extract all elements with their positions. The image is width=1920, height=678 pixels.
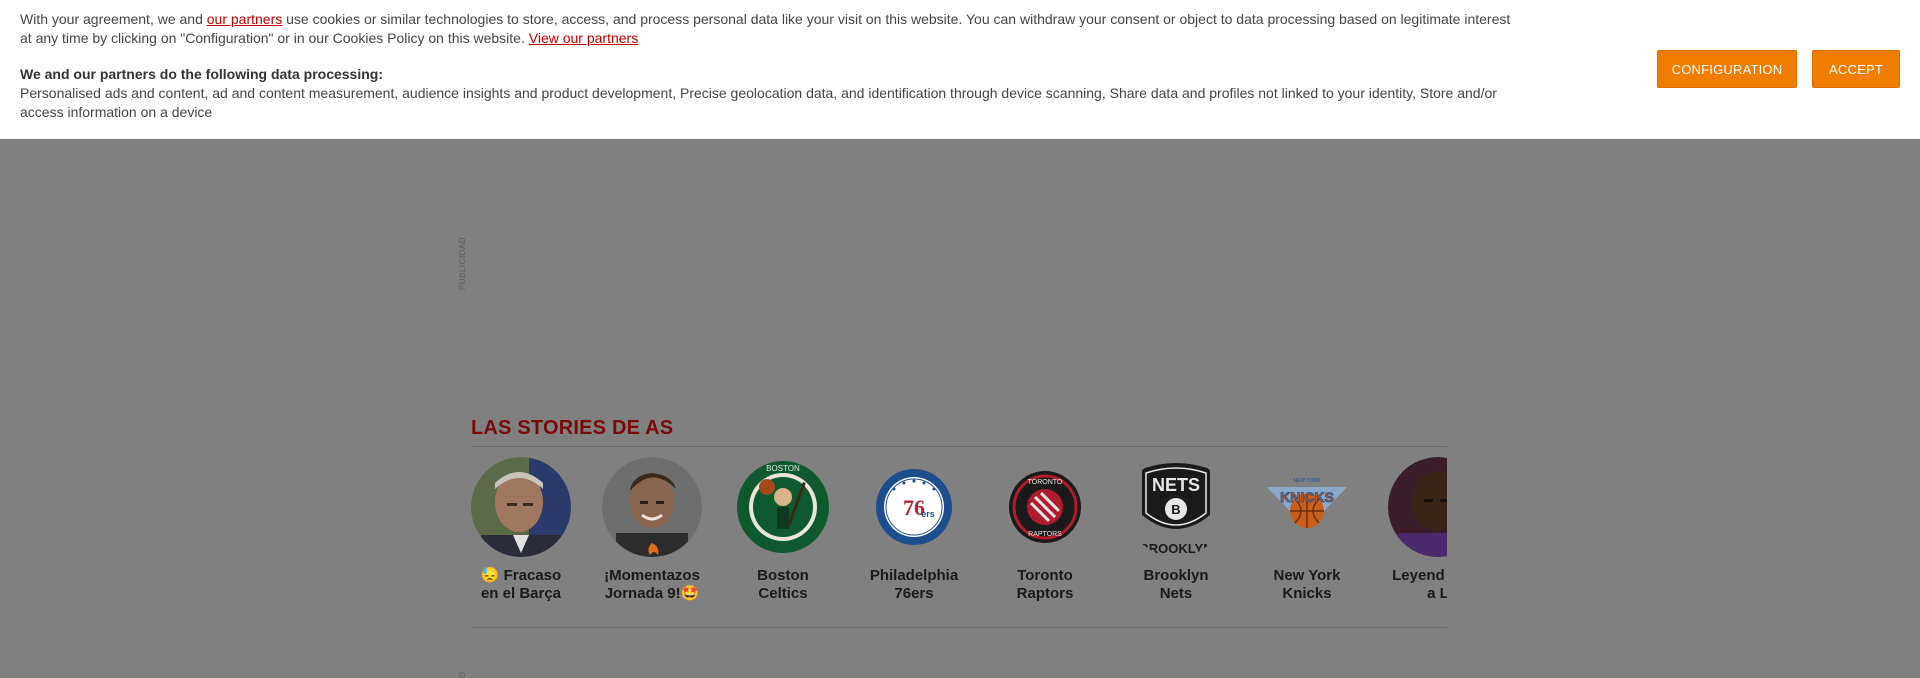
person-avatar-icon [602,457,702,557]
cookie-intro-start: With your agreement, we and [20,11,207,27]
stories-carousel: 😓 Fracaso en el Barça ¡Momentazos Jornad… [471,447,1447,617]
story-label: 😓 Fracaso en el Barça [480,567,562,602]
story-label: Boston Celtics [757,567,809,602]
story-item[interactable]: 😓 Fracaso en el Barça [471,457,571,603]
person-avatar-icon [471,457,571,557]
svg-text:RAPTORS: RAPTORS [1028,531,1062,538]
76ers-logo-icon: 76 ers [864,457,964,557]
our-partners-link[interactable]: our partners [207,11,282,27]
svg-text:KNICKS: KNICKS [1280,489,1334,505]
cookie-consent-text: With your agreement, we and our partners… [20,10,1520,122]
story-item[interactable]: Leyend mate a L [1388,457,1447,603]
svg-text:NETS: NETS [1152,475,1200,495]
ad-label: PUBLICIDAD [458,236,467,290]
story-label: Leyend mate a L [1392,567,1447,602]
view-partners-link[interactable]: View our partners [529,30,638,46]
svg-text:B: B [1171,502,1180,517]
story-item[interactable]: 76 ers Philadelphia 76ers [864,457,964,603]
svg-text:BOSTON: BOSTON [766,464,800,473]
svg-text:TORONTO: TORONTO [1028,479,1063,486]
data-processing-title: We and our partners do the following dat… [20,66,383,82]
configuration-button[interactable]: Configuration [1657,50,1797,88]
story-label: ¡Momentazos Jornada 9!🤩 [604,567,700,602]
story-label: Brooklyn Nets [1143,567,1209,602]
story-item[interactable]: NETS B BROOKLYN Brooklyn Nets [1126,457,1226,603]
cookie-consent-banner: With your agreement, we and our partners… [0,0,1920,139]
celtics-logo-icon: BOSTON [733,457,833,557]
svg-text:NEW YORK: NEW YORK [1293,478,1321,484]
ad-label-secondary: O [458,671,467,678]
stories-section: LAS STORIES DE AS 😓 Fracaso en el Barça … [471,410,1447,628]
nets-logo-icon: NETS B BROOKLYN [1126,457,1226,557]
svg-text:BROOKLYN: BROOKLYN [1139,541,1212,556]
story-label: New York Knicks [1273,567,1341,602]
story-label: Philadelphia 76ers [869,567,959,602]
story-item[interactable]: BOSTON Boston Celtics [733,457,833,603]
data-processing-list: Personalised ads and content, ad and con… [20,85,1497,120]
story-item[interactable]: ¡Momentazos Jornada 9!🤩 [602,457,702,603]
raptors-logo-icon: TORONTO RAPTORS [995,457,1095,557]
person-avatar-icon [1388,457,1447,557]
story-item[interactable]: KNICKS NEW YORK New York Knicks [1257,457,1357,603]
cookie-intro-paragraph: With your agreement, we and our partners… [20,10,1520,48]
knicks-logo-icon: KNICKS NEW YORK [1257,457,1357,557]
stories-bottom-divider [471,627,1447,628]
story-label: Toronto Raptors [1016,567,1074,602]
story-item[interactable]: TORONTO RAPTORS Toronto Raptors [995,457,1095,603]
svg-text:ers: ers [921,509,935,519]
stories-title: LAS STORIES DE AS [471,417,674,439]
accept-button[interactable]: Accept [1812,50,1900,88]
